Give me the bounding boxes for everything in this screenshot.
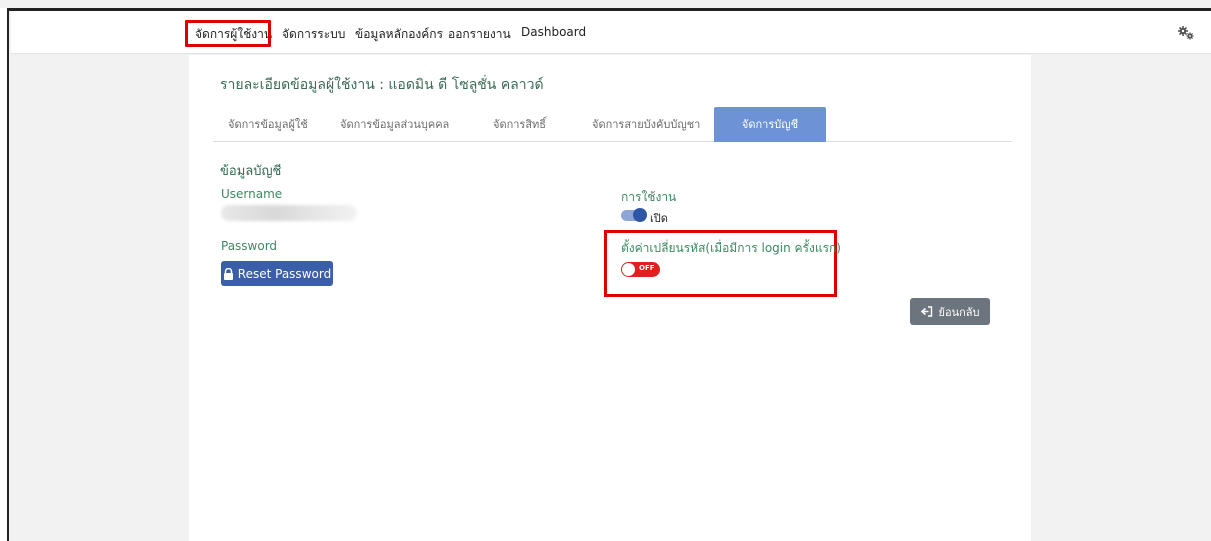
sign-in-arrow-icon [920,306,932,317]
usage-toggle[interactable] [621,208,647,222]
top-navbar: จัดการผู้ใช้งาน จัดการระบบ ข้อมูลหลักองค… [11,11,1211,54]
usage-toggle-knob [633,208,647,222]
usage-label: การใช้งาน [621,190,677,204]
nav-item-org-master-data[interactable]: ข้อมูลหลักองค์กร [355,25,443,44]
back-button-label: ย้อนกลับ [938,305,980,319]
tab-bar: จัดการข้อมูลผู้ใช้ จัดการข้อมูลส่วนบุคคล… [213,107,1012,142]
gears-icon[interactable] [1177,25,1195,41]
page-title: รายละเอียดข้อมูลผู้ใช้งาน : แอดมิน ดี โซ… [220,77,544,93]
back-button[interactable]: ย้อนกลับ [910,298,990,325]
tab-permissions[interactable]: จัดการสิทธิ์ [493,107,546,142]
username-label: Username [221,187,283,201]
window-border-left [0,8,9,541]
nav-item-dashboard[interactable]: Dashboard [521,25,586,39]
username-value-redacted [221,205,357,221]
tab-personal-info[interactable]: จัดการข้อมูลส่วนบุคคล [340,107,449,142]
nav-item-system-management[interactable]: จัดการระบบ [282,25,345,44]
nav-item-reports[interactable]: ออกรายงาน [448,25,511,44]
usage-toggle-state: เปิด [650,212,668,225]
force-password-change-label: ตั้งค่าเปลี่ยนรหัส(เมื่อมีการ login ครั้… [621,241,841,255]
nav-highlight-box [185,20,271,47]
force-password-change-toggle[interactable]: OFF [621,262,660,277]
force-change-toggle-state: OFF [639,264,655,272]
force-change-toggle-knob [622,263,635,276]
tab-account-management[interactable]: จัดการบัญชี [714,107,826,142]
app-frame: จัดการผู้ใช้งาน จัดการระบบ ข้อมูลหลักองค… [0,0,1211,541]
password-label: Password [221,239,278,253]
user-detail-card: รายละเอียดข้อมูลผู้ใช้งาน : แอดมิน ดี โซ… [189,55,1031,541]
section-title-account-info: ข้อมูลบัญชี [220,164,282,179]
reset-password-button-label: Reset Password [237,266,332,281]
reset-password-button[interactable]: Reset Password [221,261,333,286]
tab-chain-of-command[interactable]: จัดการสายบังคับบัญชา [592,107,700,142]
tab-user-info[interactable]: จัดการข้อมูลผู้ใช้ [228,107,308,142]
lock-icon [223,267,233,280]
